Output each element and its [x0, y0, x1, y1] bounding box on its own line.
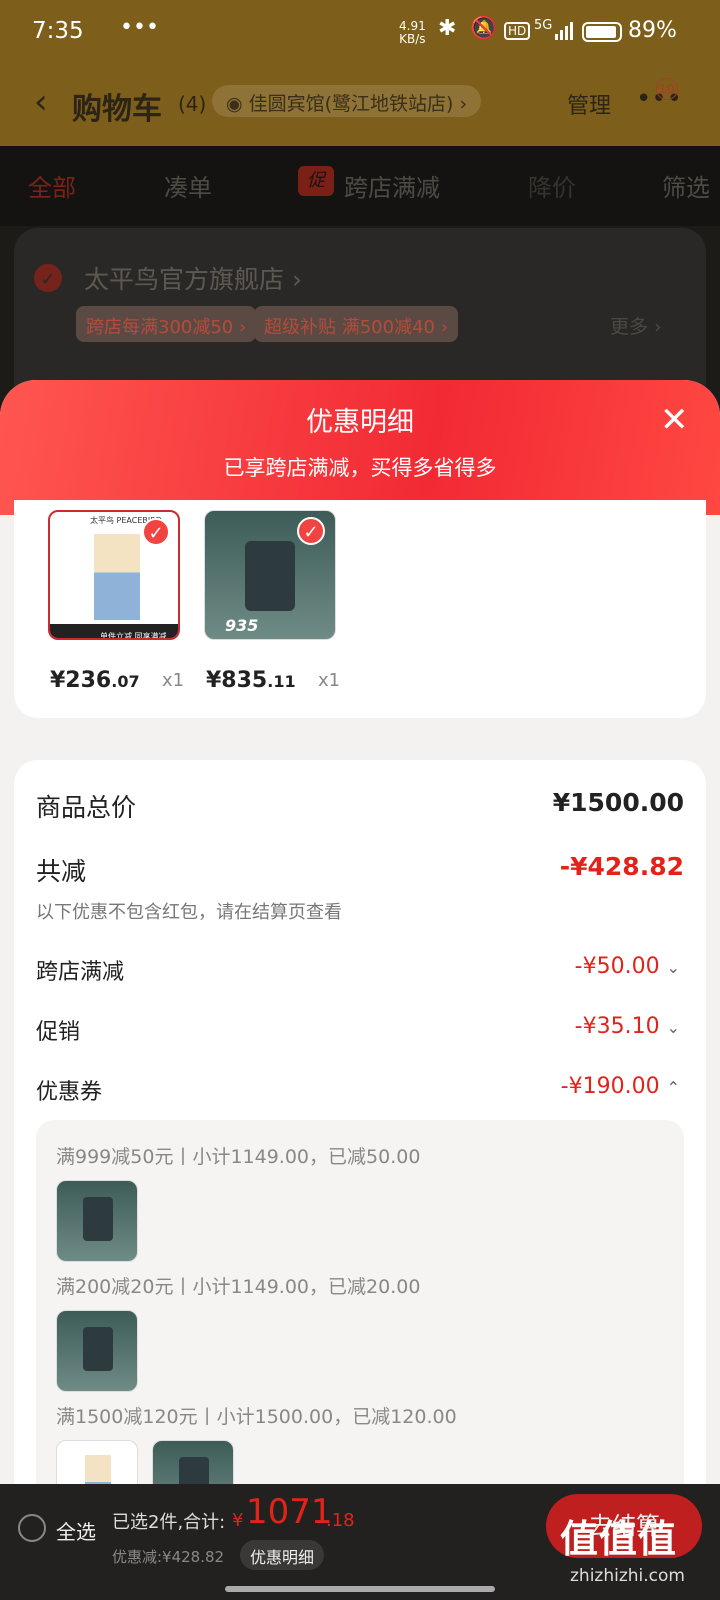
eye-icon: ◉	[226, 93, 249, 115]
discount-note: 以下优惠不包含红包，请在结算页查看	[36, 902, 342, 923]
product-1-price: ¥236.07	[50, 668, 140, 693]
status-time: 7:35	[32, 18, 84, 44]
sheet-subtitle: 已享跨店满减，买得多省得多	[223, 456, 497, 480]
select-all-checkbox[interactable]	[18, 1514, 46, 1542]
watermark-logo: 值值值	[560, 1517, 678, 1561]
mute-icon: 🔕	[470, 16, 498, 41]
coupon-label: 优惠券	[36, 1080, 103, 1105]
promo-badge: 促	[298, 166, 334, 196]
chevron-down-icon: ⌄	[666, 1018, 680, 1037]
summary-card: 商品总价 ¥1500.00 共减 -¥428.82 以下优惠不包含红包，请在结算…	[14, 760, 706, 1600]
header-bar: 7:35 ••• 4.91 KB/s ✱ 🔕 HD 5G 89% ‹ 购物车 (4…	[0, 0, 720, 146]
location-text: 佳圆宾馆(鹭江地铁站店)	[248, 93, 454, 115]
home-indicator[interactable]	[225, 1586, 495, 1592]
store-tag-2[interactable]: 超级补贴 满500减40 ›	[254, 306, 458, 342]
product-2-price: ¥835.11	[206, 668, 296, 693]
coupon-3-text: 满1500减120元丨小计1500.00，已减120.00	[56, 1406, 457, 1428]
total-currency: ¥	[232, 1510, 244, 1531]
hd-icon: HD	[504, 22, 531, 40]
reduce-label: 共减	[36, 857, 87, 886]
cart-count: (4)	[178, 92, 207, 116]
close-icon[interactable]: ✕	[660, 400, 689, 440]
back-icon[interactable]: ‹	[34, 82, 48, 122]
product-2-check[interactable]: ✓	[297, 517, 325, 545]
coupon-value[interactable]: -¥190.00 ⌃	[561, 1074, 680, 1099]
product-1-check[interactable]: ✓	[142, 518, 170, 546]
manage-button[interactable]: 管理	[567, 88, 611, 120]
watermark-url: zhizhizhi.com	[570, 1566, 685, 1586]
chevron-down-icon: ⌄	[666, 958, 680, 977]
model-image	[94, 534, 140, 620]
total-int: 1071	[246, 1492, 333, 1532]
coupon-1-text: 满999减50元丨小计1149.00，已减50.00	[56, 1146, 421, 1168]
message-badge: 10	[656, 78, 678, 100]
total-value: ¥1500.00	[552, 788, 684, 817]
discount-detail-sheet: 优惠明细 已享跨店满减，买得多省得多 ✕ 太平鸟 PEACEBIRD 单件立减 …	[0, 380, 720, 1600]
sheet-header: 优惠明细 已享跨店满减，买得多省得多 ✕	[0, 380, 720, 515]
coupon-2-thumb[interactable]	[56, 1310, 138, 1392]
product-1-strip: 单件立减 同享满减	[50, 624, 178, 638]
tab-bundle[interactable]: 凑单	[164, 168, 212, 203]
cross-store-label: 跨店满减	[36, 960, 125, 985]
chevron-up-icon: ⌃	[666, 1078, 680, 1097]
tab-all[interactable]: 全部	[28, 168, 76, 203]
product-2-price-tag: 935	[225, 616, 259, 635]
total-dec: .18	[326, 1510, 355, 1531]
page-title: 购物车	[72, 92, 162, 127]
battery-level: 89%	[628, 18, 677, 43]
tab-cross-store[interactable]: 跨店满减	[344, 168, 440, 203]
net-speed: 4.91 KB/s	[399, 19, 426, 46]
products-card: 太平鸟 PEACEBIRD 单件立减 同享满减 ✓ 935 ✓ ¥236.07 …	[14, 500, 706, 718]
promotion-label: 促销	[36, 1020, 81, 1045]
tab-filter[interactable]: 筛选	[662, 168, 710, 203]
battery-icon	[582, 22, 622, 42]
location-pill[interactable]: ◉ 佳圆宾馆(鹭江地铁站店) ›	[212, 85, 482, 117]
store-tag-1[interactable]: 跨店每满300减50 ›	[76, 306, 257, 342]
store-name[interactable]: 太平鸟官方旗舰店 ›	[84, 260, 302, 296]
select-all-label[interactable]: 全选	[56, 1516, 96, 1545]
signal-icon	[555, 22, 575, 40]
selected-summary: 已选2件,合计:	[112, 1512, 226, 1533]
product-thumb-1[interactable]: 太平鸟 PEACEBIRD 单件立减 同享满减 ✓	[48, 510, 180, 640]
product-2-qty: x1	[318, 670, 341, 691]
heater-image	[245, 541, 295, 611]
discount-detail-button[interactable]: 优惠明细	[240, 1540, 325, 1570]
total-label: 商品总价	[36, 793, 137, 822]
product-thumb-2[interactable]: 935 ✓	[204, 510, 336, 640]
tab-price-drop[interactable]: 降价	[528, 168, 576, 203]
promotion-value[interactable]: -¥35.10 ⌄	[575, 1014, 680, 1039]
store-more-link[interactable]: 更多 ›	[610, 312, 662, 339]
cross-store-value[interactable]: -¥50.00 ⌄	[575, 954, 680, 979]
bluetooth-icon: ✱	[438, 16, 457, 41]
sheet-title: 优惠明细	[306, 407, 414, 438]
coupon-2-text: 满200减20元丨小计1149.00，已减20.00	[56, 1276, 421, 1298]
status-dots: •••	[120, 15, 159, 40]
coupon-1-thumb[interactable]	[56, 1180, 138, 1262]
discount-amount: 优惠减:¥428.82	[112, 1548, 225, 1566]
reduce-value: -¥428.82	[559, 852, 684, 881]
signal-5g: 5G	[534, 18, 553, 33]
store-checkbox[interactable]: ✓	[34, 264, 62, 292]
product-1-qty: x1	[162, 670, 185, 691]
